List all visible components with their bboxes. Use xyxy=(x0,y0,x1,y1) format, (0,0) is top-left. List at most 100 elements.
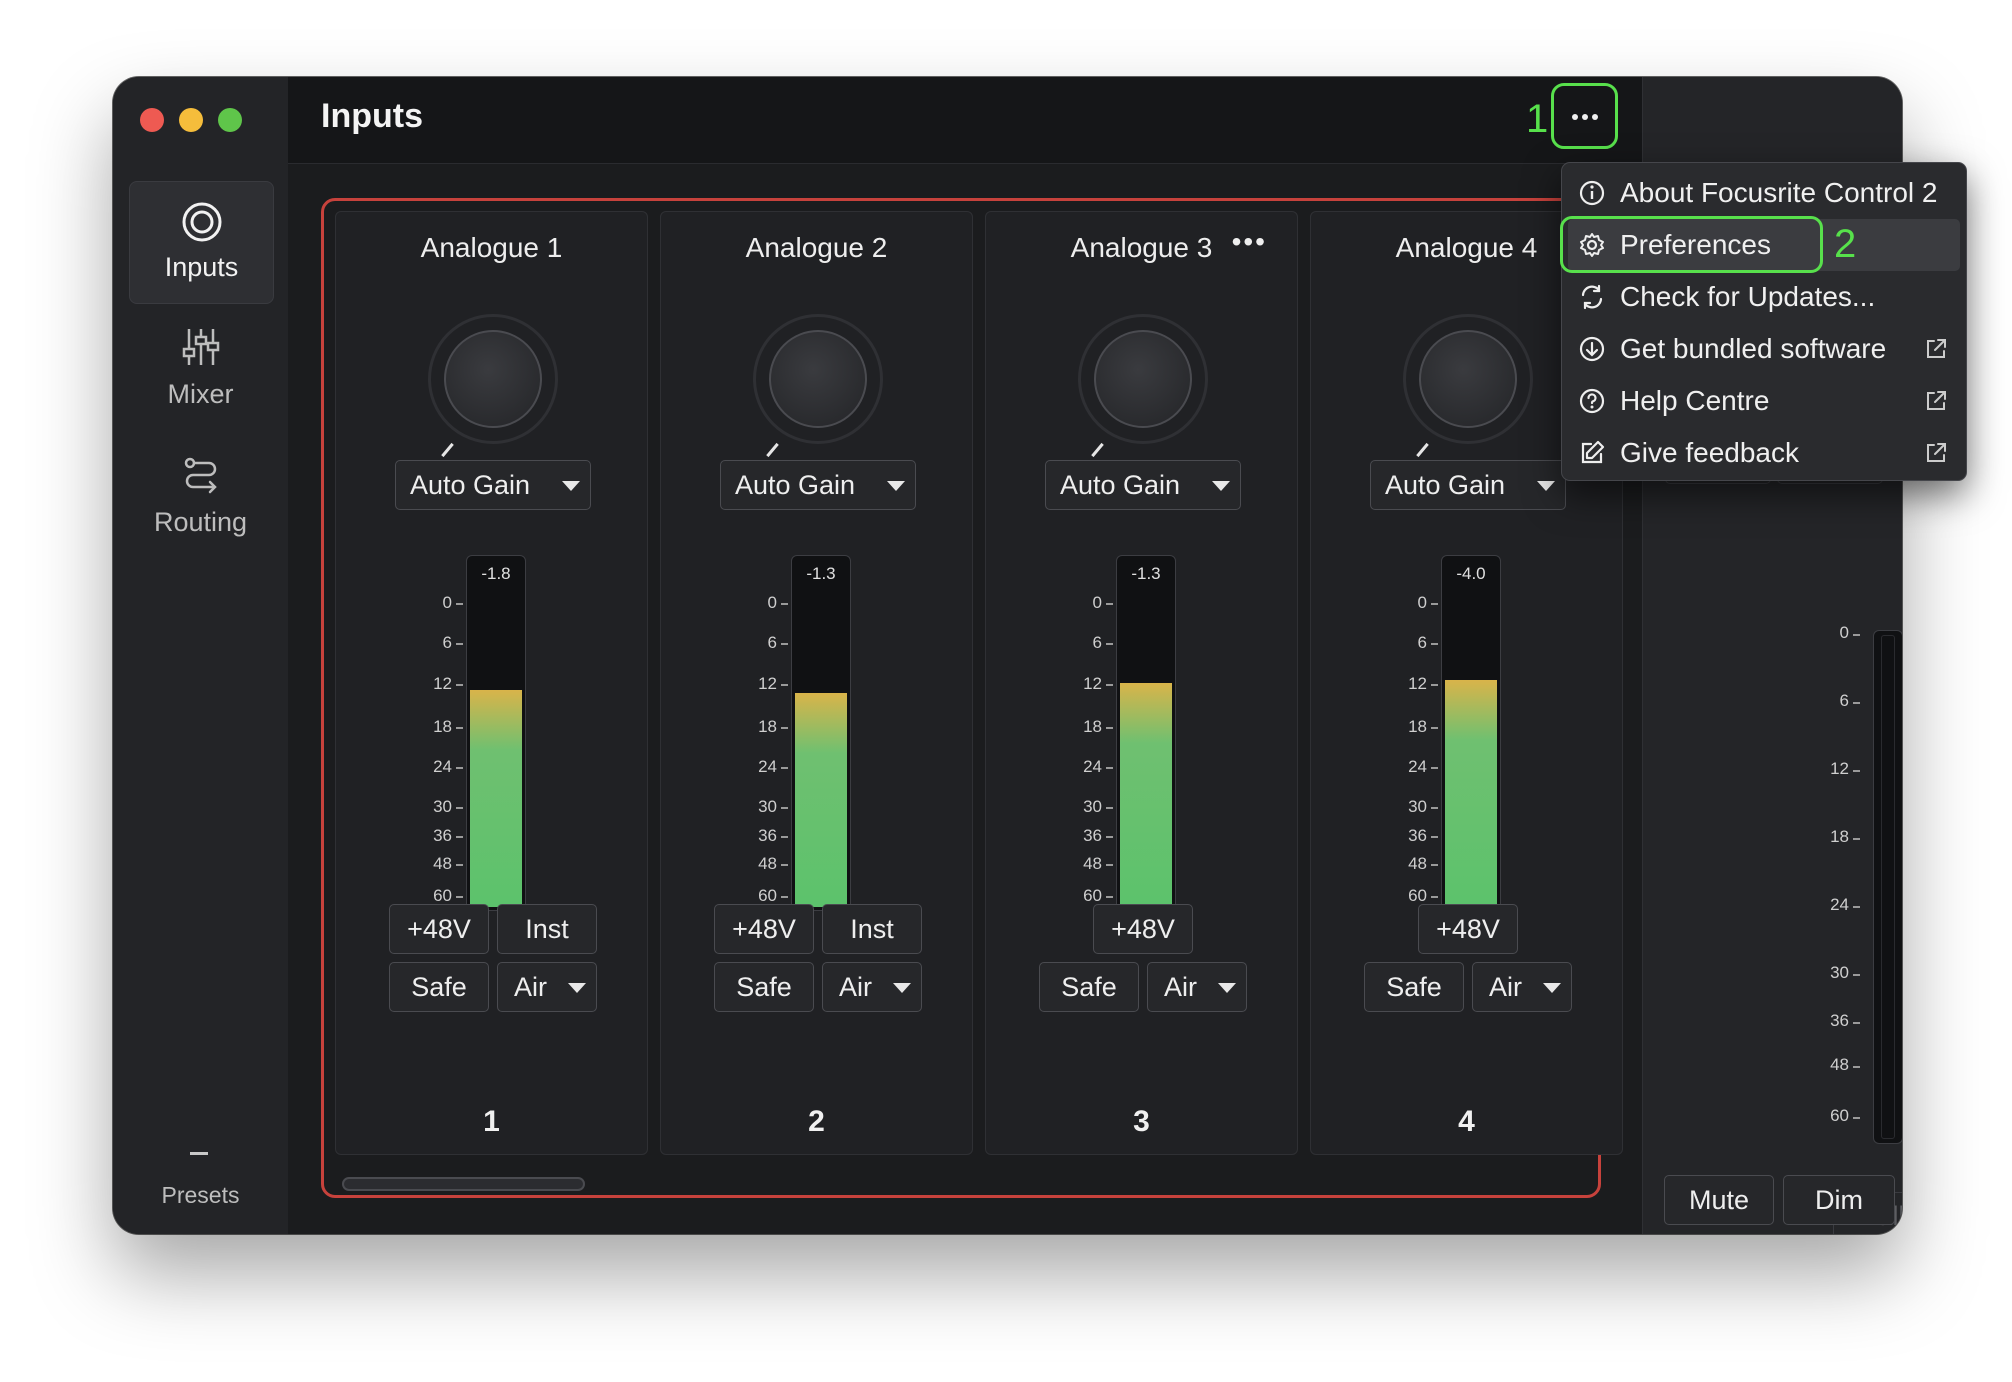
gain-mode-dropdown[interactable]: Auto Gain xyxy=(1045,460,1241,510)
meter-scale-tick xyxy=(781,864,788,866)
meter-scale-label: 12 xyxy=(1408,674,1427,693)
peak-readout: -1.8 xyxy=(481,564,511,583)
meter-scale-tick xyxy=(456,603,463,605)
level-meter-fill xyxy=(470,689,522,907)
sidebar-item-routing[interactable]: Routing xyxy=(129,437,272,558)
menu-item-give-feedback[interactable]: Give feedback xyxy=(1568,427,1960,479)
air-dropdown[interactable]: Air xyxy=(822,962,922,1012)
chevron-down-icon xyxy=(562,481,580,491)
meter-scale-label: 24 xyxy=(1408,757,1427,776)
channel-number: 1 xyxy=(483,1105,500,1138)
sidebar-item-inputs[interactable]: Inputs xyxy=(129,181,274,304)
meter-scale-tick xyxy=(781,643,788,645)
air-dropdown[interactable]: Air xyxy=(1472,962,1572,1012)
sidebar-item-label: Inputs xyxy=(164,252,239,282)
meter-scale-tick xyxy=(456,807,463,809)
zoom-window-button[interactable] xyxy=(218,108,242,132)
sidebar-item-mixer[interactable]: Mixer xyxy=(129,309,272,430)
dim-button[interactable]: Dim xyxy=(1783,1175,1895,1225)
channel-number: 2 xyxy=(808,1105,825,1138)
air-label: Air xyxy=(839,972,872,1002)
phantom-power-button[interactable]: +48V xyxy=(389,904,489,954)
channel-strip: Analogue 3 ••• Auto Gain 0 6 12 18 24 30 36 48 60 -… xyxy=(985,211,1298,1155)
phantom-power-button[interactable]: +48V xyxy=(1093,904,1193,954)
safe-button[interactable]: Safe xyxy=(714,962,814,1012)
meter-scale-tick xyxy=(1431,767,1438,769)
more-options-button[interactable] xyxy=(1551,83,1618,149)
gain-knob[interactable] xyxy=(1419,330,1517,428)
mute-button[interactable]: Mute xyxy=(1664,1175,1774,1225)
meter-scale-label: 6 xyxy=(1417,633,1427,652)
menu-item-about[interactable]: About Focusrite Control 2 xyxy=(1568,167,1960,219)
menu-item-label: Give feedback xyxy=(1620,437,1799,468)
meter-scale-label: 24 xyxy=(758,757,777,776)
menu-item-label: Get bundled software xyxy=(1620,333,1887,364)
menu-item-label: Check for Updates... xyxy=(1620,281,1876,312)
phantom-power-button[interactable]: +48V xyxy=(714,904,814,954)
safe-button[interactable]: Safe xyxy=(389,962,489,1012)
dot xyxy=(1572,114,1578,120)
gain-mode-label: Auto Gain xyxy=(1060,470,1181,500)
meter-scale-tick xyxy=(1106,643,1113,645)
meter-scale-tick xyxy=(456,896,463,898)
chevron-down-icon xyxy=(1543,983,1561,993)
inst-button[interactable]: Inst xyxy=(497,904,597,954)
meter-scale-label: 48 xyxy=(433,854,452,873)
meter-scale-tick xyxy=(456,864,463,866)
chevron-down-icon xyxy=(1212,481,1230,491)
presets-icon[interactable] xyxy=(190,1152,208,1155)
meter-scale-tick xyxy=(1431,807,1438,809)
chevron-down-icon xyxy=(887,481,905,491)
meter-scale-tick xyxy=(781,807,788,809)
gain-knob[interactable] xyxy=(444,330,542,428)
peak-readout: -1.3 xyxy=(806,564,836,583)
meter-scale-tick xyxy=(1106,603,1113,605)
minimize-window-button[interactable] xyxy=(179,108,203,132)
channel-more-button[interactable]: ••• xyxy=(1232,226,1267,258)
meter-scale-label: 60 xyxy=(1083,886,1102,905)
monitor-scale-tick xyxy=(1853,838,1860,840)
sidebar: Inputs Mixer Routing Presets xyxy=(113,77,289,1234)
inputs-icon xyxy=(182,202,221,242)
edit-icon xyxy=(1581,440,1605,464)
dot xyxy=(1592,114,1598,120)
meter-scale-label: 48 xyxy=(758,854,777,873)
meter-scale-tick xyxy=(781,727,788,729)
meter-scale-tick xyxy=(1431,896,1438,898)
meter-scale-tick xyxy=(1106,836,1113,838)
meter-scale-tick xyxy=(781,767,788,769)
menu-item-bundled-software[interactable]: Get bundled software xyxy=(1568,323,1960,375)
inst-button[interactable]: Inst xyxy=(822,904,922,954)
meter-scale-tick xyxy=(781,603,788,605)
gain-mode-dropdown[interactable]: Auto Gain xyxy=(720,460,916,510)
close-window-button[interactable] xyxy=(140,108,164,132)
meter-scale-label: 24 xyxy=(433,757,452,776)
safe-button[interactable]: Safe xyxy=(1039,962,1139,1012)
air-dropdown[interactable]: Air xyxy=(1147,962,1247,1012)
meter-scale-label: 12 xyxy=(1083,674,1102,693)
info-icon xyxy=(1579,180,1605,206)
gain-knob-indicator xyxy=(441,442,454,458)
safe-button[interactable]: Safe xyxy=(1364,962,1464,1012)
presets-label[interactable]: Presets xyxy=(113,1182,288,1209)
peak-readout: -4.0 xyxy=(1456,564,1486,583)
horizontal-scrollbar[interactable] xyxy=(342,1177,585,1191)
gain-mode-dropdown[interactable]: Auto Gain xyxy=(1370,460,1566,510)
gain-mode-dropdown[interactable]: Auto Gain xyxy=(395,460,591,510)
channel-strip: Analogue 1 Auto Gain 0 6 12 18 24 30 36 48 60 -1.8… xyxy=(335,211,648,1155)
menu-item-label: Help Centre xyxy=(1620,385,1770,416)
page-title: Inputs xyxy=(321,97,423,135)
annotation-step-2: 2 xyxy=(1834,222,1857,266)
air-dropdown[interactable]: Air xyxy=(497,962,597,1012)
menu-item-help-centre[interactable]: Help Centre xyxy=(1568,375,1960,427)
meter-scale-label: 12 xyxy=(433,674,452,693)
gain-knob[interactable] xyxy=(769,330,867,428)
menu-item-check-updates[interactable]: Check for Updates... xyxy=(1568,271,1960,323)
meter-scale-tick xyxy=(1106,727,1113,729)
meter-scale-label: 30 xyxy=(1083,797,1102,816)
mixer-icon xyxy=(182,329,219,365)
meter-scale-tick xyxy=(781,836,788,838)
external-link-icon xyxy=(1927,443,1946,462)
gain-knob[interactable] xyxy=(1094,330,1192,428)
phantom-power-button[interactable]: +48V xyxy=(1418,904,1518,954)
